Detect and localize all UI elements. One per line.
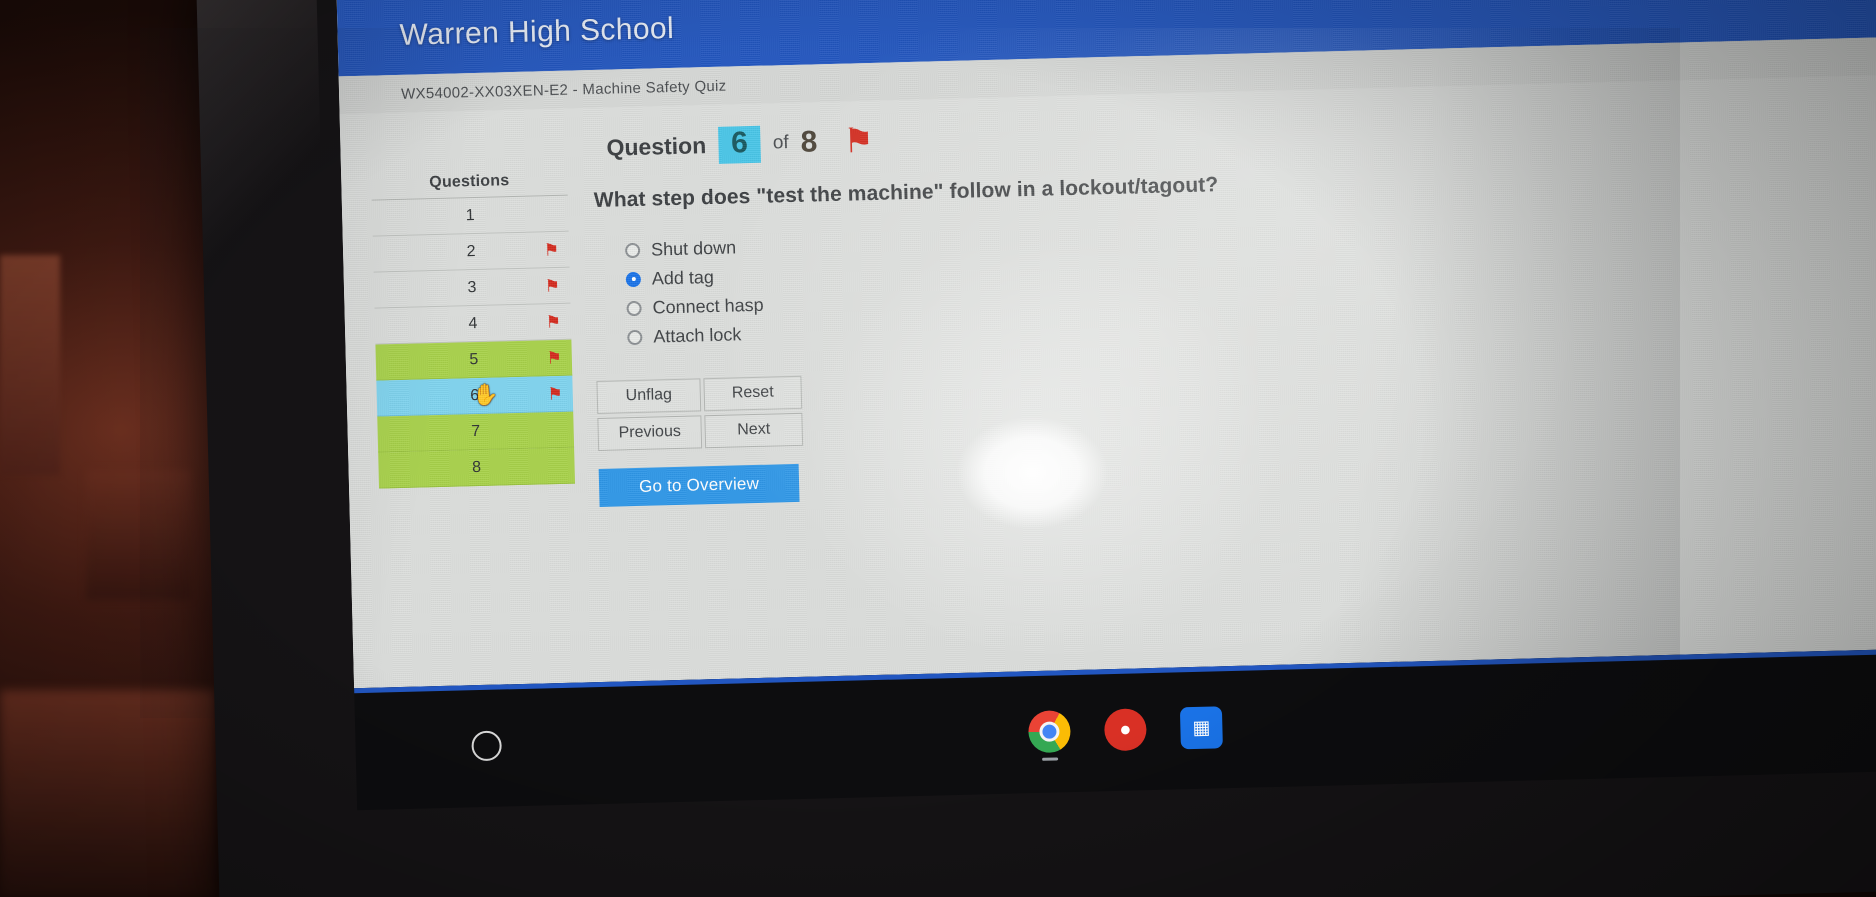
background-object-bottom bbox=[0, 690, 215, 897]
answer-option-label: Shut down bbox=[650, 236, 737, 260]
question-number: 8 bbox=[471, 458, 482, 476]
next-button[interactable]: Next bbox=[704, 412, 804, 448]
slides-icon[interactable]: ▦ bbox=[1179, 706, 1223, 750]
radio-icon-selected[interactable] bbox=[625, 271, 642, 287]
sidebar-item-question-7[interactable]: 7 bbox=[377, 411, 575, 453]
flag-icon: ⚑ bbox=[544, 275, 561, 296]
page-title: Warren High School bbox=[399, 11, 675, 52]
question-counter-of: of bbox=[772, 132, 789, 154]
sidebar-item-question-1[interactable]: 1 bbox=[371, 195, 569, 237]
question-number: 1 bbox=[465, 206, 475, 224]
question-counter-label: Question bbox=[606, 131, 707, 161]
background-object-left bbox=[0, 255, 60, 475]
radio-icon[interactable] bbox=[627, 329, 643, 345]
question-number: 4 bbox=[468, 314, 478, 332]
launcher-circle-icon[interactable] bbox=[471, 730, 503, 762]
question-number: 3 bbox=[467, 278, 477, 296]
radio-icon[interactable] bbox=[624, 242, 641, 258]
answer-option-label: Attach lock bbox=[653, 323, 742, 347]
quiz-code-label: WX54002-XX03XEN-E2 - Machine Safety Quiz bbox=[400, 77, 727, 103]
running-indicator-dot bbox=[1042, 757, 1059, 761]
microphone-icon[interactable]: ● bbox=[1103, 708, 1147, 752]
unflag-button[interactable]: Unflag bbox=[596, 377, 702, 414]
total-question-count: 8 bbox=[800, 125, 818, 159]
question-number: 2 bbox=[466, 242, 476, 260]
answer-options: Shut down Add tag Connect hasp Attach lo… bbox=[624, 204, 1866, 351]
sidebar-item-question-5[interactable]: 5 ⚑ bbox=[375, 339, 573, 381]
sidebar-item-question-2[interactable]: 2 ⚑ bbox=[372, 231, 570, 273]
flag-icon: ⚑ bbox=[546, 347, 563, 368]
quiz-application: Warren High School WX54002-XX03XEN-E2 - … bbox=[336, 0, 1876, 689]
answer-option-label: Add tag bbox=[651, 266, 715, 289]
quiz-body: Questions 1 2 ⚑ 3 ⚑ 4 ⚑ 5 ⚑ ✋ 6 ⚑ 7 8 Qu… bbox=[339, 75, 1876, 689]
question-navigator: Questions 1 2 ⚑ 3 ⚑ 4 ⚑ 5 ⚑ ✋ 6 ⚑ 7 8 bbox=[371, 170, 576, 489]
go-to-overview-button[interactable]: Go to Overview bbox=[598, 463, 800, 507]
reset-button[interactable]: Reset bbox=[703, 375, 803, 411]
laptop-bezel: Warren High School WX54002-XX03XEN-E2 - … bbox=[196, 0, 1876, 897]
sidebar-item-question-3[interactable]: 3 ⚑ bbox=[373, 267, 571, 309]
question-text: What step does "test the machine" follow… bbox=[593, 172, 1219, 212]
question-counter: Question 6 of 8 ⚑ bbox=[606, 98, 1861, 166]
sidebar-item-question-8[interactable]: 8 bbox=[378, 447, 576, 489]
flag-icon: ⚑ bbox=[547, 383, 563, 404]
sidebar-item-question-6[interactable]: ✋ 6 ⚑ bbox=[376, 375, 574, 417]
quiz-controls: Unflag Reset Previous Next bbox=[596, 348, 1867, 454]
bezel-highlight bbox=[196, 0, 324, 274]
radio-icon[interactable] bbox=[626, 300, 642, 316]
question-number: 5 bbox=[469, 350, 479, 368]
answer-option-label: Connect hasp bbox=[652, 294, 764, 318]
hand-cursor-icon: ✋ bbox=[472, 383, 500, 407]
flag-icon: ⚑ bbox=[543, 239, 560, 260]
chrome-icon[interactable] bbox=[1027, 710, 1071, 761]
question-number: 7 bbox=[470, 422, 481, 440]
background-object-mid bbox=[86, 470, 191, 600]
previous-button[interactable]: Previous bbox=[597, 414, 703, 451]
question-panel: Question 6 of 8 ⚑ What step does "test t… bbox=[588, 98, 1869, 507]
sidebar-item-question-4[interactable]: 4 ⚑ bbox=[374, 303, 572, 345]
flag-icon[interactable]: ⚑ bbox=[843, 122, 874, 161]
laptop-screen: Warren High School WX54002-XX03XEN-E2 - … bbox=[336, 0, 1876, 689]
current-question-number: 6 bbox=[717, 125, 762, 164]
photo-of-chromebook-screen: Warren High School WX54002-XX03XEN-E2 - … bbox=[0, 0, 1876, 897]
shelf-app-icons: ● ▦ bbox=[1027, 706, 1223, 761]
flag-icon: ⚑ bbox=[545, 311, 562, 332]
